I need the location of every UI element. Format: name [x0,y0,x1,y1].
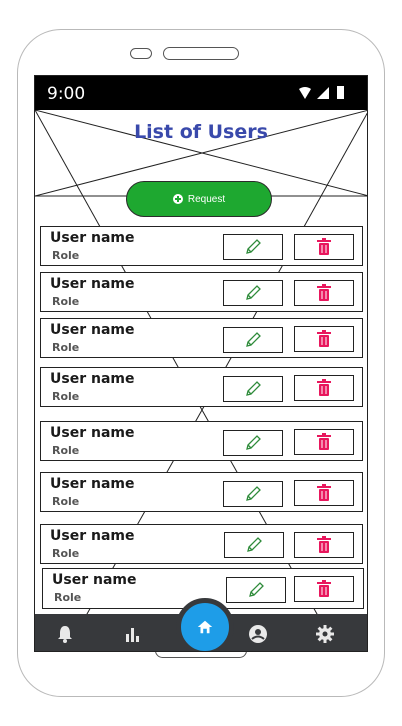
trash-icon [317,433,331,450]
home-button[interactable] [176,598,234,651]
page-title: List of Users [134,121,268,143]
delete-button[interactable] [294,280,354,306]
delete-button[interactable] [294,532,354,558]
plus-circle-icon [172,194,183,204]
user-card: User name Role [40,472,363,512]
user-card: User name Role [40,272,363,312]
pencil-icon [246,239,261,254]
request-button[interactable]: Request [126,181,272,217]
delete-button[interactable] [294,429,354,455]
pencil-icon [246,435,261,450]
trash-icon [317,379,331,396]
pencil-icon [246,486,261,501]
delete-button[interactable] [294,480,354,506]
edit-button[interactable] [223,376,283,402]
delete-button[interactable] [294,375,354,401]
user-name: User name [50,476,135,492]
trash-icon [317,484,331,501]
edit-button[interactable] [223,327,283,353]
trash-icon [317,580,331,597]
bar-chart-icon[interactable] [123,624,143,644]
request-button-label: Request [187,193,226,205]
edit-button[interactable] [223,234,283,260]
trash-icon [317,284,331,301]
signal-icon [317,87,329,99]
pencil-icon [246,285,261,300]
user-role: Role [52,295,80,308]
trash-icon [317,536,331,553]
status-icons [299,86,344,99]
user-card: User name Role [40,226,363,266]
user-card: User name Role [40,318,363,358]
battery-icon [337,86,344,99]
user-name: User name [50,322,135,338]
user-name: User name [50,371,135,387]
pencil-icon [246,332,261,347]
user-card: User name Role [40,524,363,564]
pencil-icon [249,582,264,597]
front-camera [130,48,152,59]
user-name: User name [50,276,135,292]
user-role: Role [52,547,80,560]
edit-button[interactable] [223,430,283,456]
bell-icon[interactable] [55,624,75,644]
phone-speaker [163,47,239,60]
user-card: User name Role [40,367,363,407]
status-bar: 9:00 [35,76,367,110]
user-role: Role [52,495,80,508]
wifi-icon [299,87,311,99]
delete-button[interactable] [294,576,354,602]
user-name: User name [50,425,135,441]
edit-button[interactable] [223,280,283,306]
delete-button[interactable] [294,326,354,352]
user-role: Role [52,390,80,403]
trash-icon [317,238,331,255]
edit-button[interactable] [223,481,283,507]
delete-button[interactable] [294,234,354,260]
pencil-icon [247,537,262,552]
trash-icon [317,330,331,347]
user-name: User name [50,230,135,246]
pencil-icon [246,381,261,396]
user-role: Role [54,591,82,604]
user-role: Role [52,444,80,457]
edit-button[interactable] [224,532,284,558]
user-role: Role [52,341,80,354]
user-name: User name [50,528,135,544]
user-role: Role [52,249,80,262]
status-time: 9:00 [47,84,86,104]
edit-button[interactable] [226,577,286,603]
user-name: User name [52,572,137,588]
home-icon [197,620,213,634]
app-screen: 9:00 List of Users Request User name Rol… [34,75,368,652]
user-circle-icon[interactable] [248,624,268,644]
user-card: User name Role [40,421,363,461]
gear-icon[interactable] [315,624,335,644]
